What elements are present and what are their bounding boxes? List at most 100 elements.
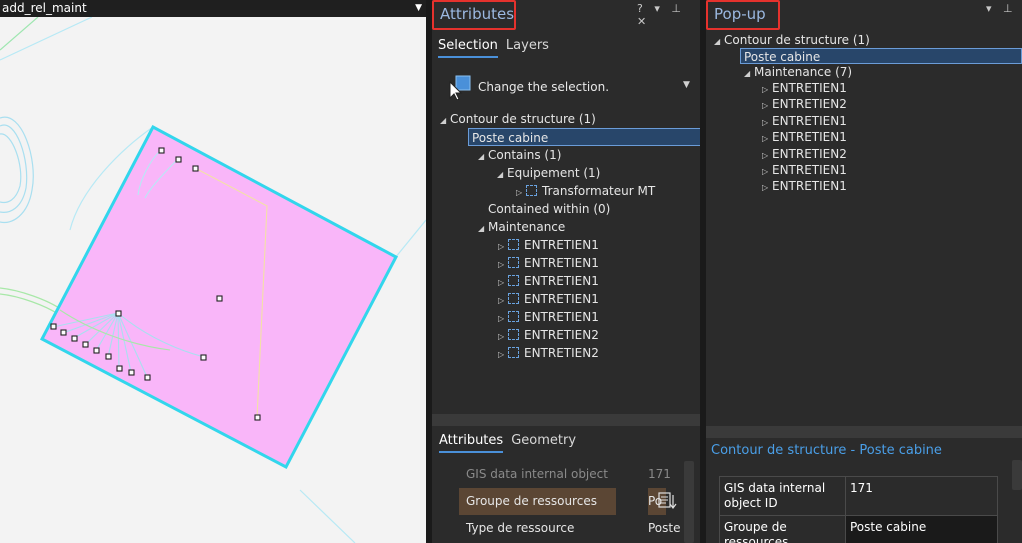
tree-item[interactable]: ▷ ENTRETIEN2: [762, 96, 847, 112]
tab-selection[interactable]: Selection: [438, 38, 498, 58]
chevron-down-icon[interactable]: ▼: [683, 80, 690, 90]
tree-item[interactable]: ◢ Contour de structure (1): [714, 32, 870, 48]
attribute-row[interactable]: GIS data internal object ID171: [459, 461, 683, 508]
point-feature[interactable]: [254, 414, 261, 421]
tree-item[interactable]: Contained within (0): [478, 200, 610, 218]
pin-icon[interactable]: ⊥: [671, 2, 685, 15]
horizontal-scrollbar[interactable]: [706, 426, 1022, 438]
tree-item[interactable]: ▷ ENTRETIEN2: [498, 326, 599, 344]
attribute-field-value[interactable]: Poste: [648, 515, 681, 542]
tree-item-label: ENTRETIEN2: [772, 147, 847, 161]
point-feature[interactable]: [82, 341, 89, 348]
collapse-arrow-icon[interactable]: ◢: [497, 166, 507, 184]
expand-arrow-icon[interactable]: ▷: [762, 131, 772, 147]
panel-title-attributes: Attributes: [432, 0, 516, 30]
tree-item[interactable]: ◢Poste cabine: [740, 48, 1022, 64]
tree-item[interactable]: ◢ Contour de structure (1): [440, 110, 596, 128]
tree-item[interactable]: ◢ Equipement (1): [497, 164, 600, 182]
attributes-top-tabs: Selection Layers: [438, 38, 549, 58]
map-tab-title: add_rel_maint: [2, 1, 87, 15]
collapse-arrow-icon[interactable]: ◢: [714, 34, 724, 50]
attribute-field-name: Groupe de ressources: [459, 488, 616, 515]
attribute-row[interactable]: Groupe de ressources Po: [459, 488, 683, 515]
tree-item-label: ENTRETIEN1: [524, 256, 599, 270]
collapse-arrow-icon[interactable]: ◢: [478, 220, 488, 238]
tree-item[interactable]: ▷ ENTRETIEN1: [498, 290, 599, 308]
expand-arrow-icon[interactable]: ▷: [498, 346, 508, 364]
select-cursor-icon: [449, 75, 471, 100]
tree-item[interactable]: ◢Poste cabine: [468, 128, 700, 146]
tree-item-label: ENTRETIEN2: [524, 346, 599, 360]
tree-item-label: ENTRETIEN1: [524, 238, 599, 252]
field-edit-icon[interactable]: [657, 490, 679, 512]
menu-chevron-icon[interactable]: ▾: [986, 2, 996, 15]
attribute-field-name: Type de ressource: [466, 521, 575, 535]
tree-item[interactable]: ◢ Maintenance: [478, 218, 565, 236]
tab-geometry[interactable]: Geometry: [511, 433, 576, 453]
tree-item[interactable]: ▷ ENTRETIEN1: [762, 178, 847, 194]
tab-layers[interactable]: Layers: [506, 38, 549, 58]
point-feature[interactable]: [93, 347, 100, 354]
point-feature[interactable]: [192, 165, 199, 172]
point-feature[interactable]: [175, 156, 182, 163]
map-tab[interactable]: add_rel_maint ▼: [0, 0, 426, 17]
tree-item-label: Poste cabine: [472, 131, 549, 145]
tree-item[interactable]: ◢ Maintenance (7): [744, 64, 852, 80]
menu-chevron-icon[interactable]: ▾: [654, 2, 664, 15]
tab-attributes[interactable]: Attributes: [439, 433, 504, 453]
point-feature[interactable]: [105, 353, 112, 360]
tree-item-label: Maintenance: [488, 220, 566, 234]
tree-item-label: Contour de structure (1): [724, 33, 870, 47]
point-feature[interactable]: [200, 354, 207, 361]
collapse-arrow-icon[interactable]: ◢: [478, 148, 488, 166]
vertical-scrollbar[interactable]: [1012, 460, 1022, 490]
tree-item[interactable]: ▷ ENTRETIEN1: [762, 129, 847, 145]
pin-icon[interactable]: ⊥: [1003, 2, 1017, 15]
tree-item[interactable]: ▷ ENTRETIEN1: [762, 113, 847, 129]
tree-item[interactable]: ▷ ENTRETIEN1: [498, 272, 599, 290]
expand-arrow-icon[interactable]: ▷: [762, 180, 772, 196]
point-feature[interactable]: [128, 369, 135, 376]
tree-item[interactable]: ▷ ENTRETIEN1: [498, 236, 599, 254]
tree-item-label: Equipement (1): [507, 166, 601, 180]
feature-icon: [508, 347, 519, 358]
tree-item-label: Poste cabine: [744, 50, 821, 64]
popup-field-row: Groupe de ressources Poste cabine: [720, 516, 997, 543]
point-feature[interactable]: [116, 365, 123, 372]
attributes-bottom-tabs: Attributes Geometry: [439, 433, 576, 453]
attribute-field-value[interactable]: 171: [648, 461, 671, 488]
point-feature[interactable]: [50, 323, 57, 330]
point-feature[interactable]: [158, 147, 165, 154]
tree-item[interactable]: ▷ ENTRETIEN2: [762, 146, 847, 162]
point-feature[interactable]: [144, 374, 151, 381]
tree-item-label: Maintenance (7): [754, 65, 853, 79]
help-icon[interactable]: ?: [637, 2, 647, 15]
popup-field-value: Poste cabine: [846, 516, 997, 543]
change-selection-dropdown[interactable]: Change the selection. ▼: [446, 74, 696, 100]
tree-item[interactable]: ◢ Contains (1): [478, 146, 561, 164]
tree-item[interactable]: ▷ ENTRETIEN1: [498, 254, 599, 272]
popup-field-name: Groupe de ressources: [720, 516, 846, 543]
horizontal-scrollbar[interactable]: [432, 414, 700, 426]
expand-arrow-icon[interactable]: ▷: [762, 98, 772, 114]
point-feature[interactable]: [216, 295, 223, 302]
chevron-down-icon[interactable]: ▼: [415, 0, 422, 17]
tree-item[interactable]: ▷ ENTRETIEN1: [498, 308, 599, 326]
tree-item[interactable]: ▷ Transformateur MT: [516, 182, 655, 200]
map-view[interactable]: add_rel_maint ▼: [0, 0, 426, 543]
point-feature[interactable]: [71, 335, 78, 342]
point-feature[interactable]: [60, 329, 67, 336]
tree-item-label: ENTRETIEN1: [772, 130, 847, 144]
tree-item[interactable]: ▷ ENTRETIEN1: [762, 162, 847, 178]
popup-section-title: Contour de structure - Poste cabine: [711, 443, 942, 458]
collapse-arrow-icon[interactable]: ◢: [440, 112, 450, 130]
tree-item[interactable]: ▷ ENTRETIEN2: [498, 344, 599, 362]
tree-item[interactable]: ▷ ENTRETIEN1: [762, 80, 847, 96]
feature-icon: [508, 257, 519, 268]
collapse-arrow-icon[interactable]: ◢: [744, 66, 754, 82]
vertical-scrollbar[interactable]: [684, 461, 694, 543]
map-canvas[interactable]: [0, 17, 426, 543]
point-feature[interactable]: [115, 310, 122, 317]
close-icon[interactable]: ✕: [637, 15, 650, 28]
attribute-row[interactable]: Type de ressource Poste: [459, 515, 683, 542]
